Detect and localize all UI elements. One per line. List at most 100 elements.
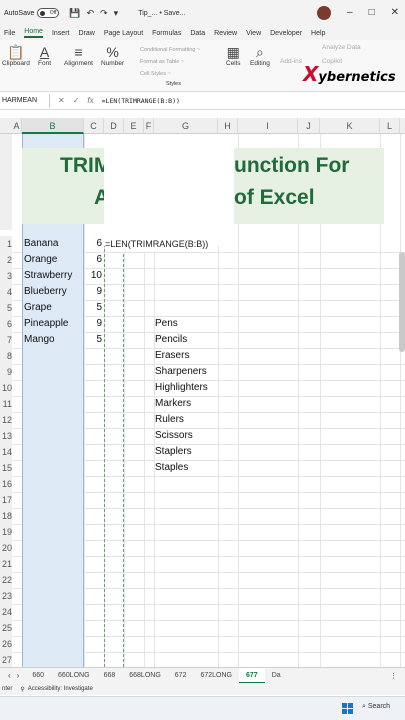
- row-header[interactable]: 14: [0, 444, 12, 460]
- cancel-icon[interactable]: ✕: [58, 96, 65, 105]
- row-header[interactable]: 1: [0, 236, 12, 252]
- cell-styles-button[interactable]: Cell Styles ~: [140, 68, 220, 80]
- taskbar-search[interactable]: ⌕ Search: [362, 703, 390, 711]
- supply-cell[interactable]: Pens: [155, 316, 178, 332]
- formula-input[interactable]: =LEN(TRIMRANGE(B:B)): [102, 97, 180, 105]
- tab-developer[interactable]: Developer: [270, 30, 302, 37]
- avatar[interactable]: [317, 6, 331, 20]
- length-cell[interactable]: 9: [86, 284, 102, 300]
- row-header[interactable]: 15: [0, 460, 12, 476]
- row-header[interactable]: 20: [0, 540, 12, 556]
- sheet-tab[interactable]: 672: [168, 668, 194, 684]
- sheet-tab[interactable]: 668: [97, 668, 123, 684]
- enter-icon[interactable]: ✓: [73, 96, 80, 105]
- fruit-cell[interactable]: Orange: [24, 252, 57, 268]
- document-title[interactable]: Tip_... • Save...: [138, 10, 185, 17]
- save-icon[interactable]: 💾: [69, 8, 80, 19]
- customize-icon[interactable]: ▾: [114, 8, 119, 19]
- length-cell[interactable]: 6: [86, 252, 102, 268]
- col-header-l[interactable]: L: [380, 118, 400, 134]
- row-header[interactable]: 12: [0, 412, 12, 428]
- addins-group[interactable]: Add-ins: [280, 58, 302, 65]
- supply-cell[interactable]: Staples: [155, 460, 188, 476]
- sheet-tab[interactable]: 660: [25, 668, 51, 684]
- row-header[interactable]: 11: [0, 396, 12, 412]
- sheet-tab[interactable]: 660LONG: [51, 668, 97, 684]
- row-header[interactable]: 27: [0, 652, 12, 667]
- row-header[interactable]: 21: [0, 556, 12, 572]
- row-header[interactable]: 13: [0, 428, 12, 444]
- windows-start-icon[interactable]: [342, 703, 353, 714]
- row-header[interactable]: 25: [0, 620, 12, 636]
- editing-group[interactable]: ⌕ Editing: [250, 44, 270, 67]
- font-group[interactable]: A Font: [38, 44, 51, 67]
- redo-icon[interactable]: ↷: [100, 8, 108, 19]
- col-header-d[interactable]: D: [104, 118, 124, 134]
- fruit-cell[interactable]: Blueberry: [24, 284, 67, 300]
- col-header-e[interactable]: E: [124, 118, 144, 134]
- row-header[interactable]: 9: [0, 364, 12, 380]
- length-cell[interactable]: 5: [86, 332, 102, 348]
- row-header[interactable]: 8: [0, 348, 12, 364]
- supply-cell[interactable]: Scissors: [155, 428, 193, 444]
- fruit-cell[interactable]: Grape: [24, 300, 52, 316]
- col-header-a[interactable]: A: [12, 118, 22, 134]
- length-cell[interactable]: 6: [86, 236, 102, 252]
- fruit-cell[interactable]: Mango: [24, 332, 55, 348]
- tab-draw[interactable]: Draw: [78, 30, 94, 37]
- row-header[interactable]: 17: [0, 492, 12, 508]
- col-header-k[interactable]: K: [320, 118, 380, 134]
- col-header-b[interactable]: B: [22, 118, 84, 134]
- col-header-c[interactable]: C: [84, 118, 104, 134]
- tab-insert[interactable]: Insert: [52, 30, 70, 37]
- worksheet-grid[interactable]: A B C D E F G H I J K L 1 2 3 4 5 6 7 8 9 10 11 12 1…: [0, 118, 405, 667]
- row-header[interactable]: 22: [0, 572, 12, 588]
- fruit-cell[interactable]: Pineapple: [24, 316, 68, 332]
- row-header[interactable]: 18: [0, 508, 12, 524]
- row-header[interactable]: 24: [0, 604, 12, 620]
- row-header[interactable]: 3: [0, 268, 12, 284]
- clipboard-group[interactable]: 📋 Clipboard: [2, 44, 30, 67]
- supply-cell[interactable]: Pencils: [155, 332, 187, 348]
- row-header[interactable]: 7: [0, 332, 12, 348]
- autosave-toggle[interactable]: Off: [37, 8, 60, 18]
- row-header[interactable]: 23: [0, 588, 12, 604]
- col-header-g[interactable]: G: [154, 118, 218, 134]
- col-header-h[interactable]: H: [218, 118, 238, 134]
- vertical-scrollbar[interactable]: [399, 252, 405, 352]
- fruit-cell[interactable]: Banana: [24, 236, 58, 252]
- sheet-tab[interactable]: 672LONG: [193, 668, 239, 684]
- length-cell[interactable]: 10: [86, 268, 102, 284]
- tab-home[interactable]: Home: [24, 28, 43, 38]
- name-box[interactable]: HARMEAN: [0, 93, 50, 108]
- supply-cell[interactable]: Markers: [155, 396, 191, 412]
- row-header[interactable]: 4: [0, 284, 12, 300]
- row-header[interactable]: 19: [0, 524, 12, 540]
- next-sheet-icon[interactable]: ›: [17, 671, 20, 680]
- supply-cell[interactable]: Rulers: [155, 412, 184, 428]
- sheet-tab-active[interactable]: 677: [239, 667, 265, 684]
- close-icon[interactable]: ✕: [391, 7, 399, 18]
- conditional-formatting-button[interactable]: Conditional Formatting ~: [140, 44, 220, 56]
- length-cell[interactable]: 9: [86, 316, 102, 332]
- minimize-icon[interactable]: –: [347, 7, 353, 18]
- prev-sheet-icon[interactable]: ‹: [8, 671, 11, 680]
- length-cell[interactable]: 5: [86, 300, 102, 316]
- row-header[interactable]: 16: [0, 476, 12, 492]
- tab-page-layout[interactable]: Page Layout: [104, 30, 143, 37]
- tab-help[interactable]: Help: [311, 30, 325, 37]
- formula-cell-d1[interactable]: =LEN(TRIMRANGE(B:B)): [105, 236, 211, 252]
- row-header[interactable]: 5: [0, 300, 12, 316]
- tab-view[interactable]: View: [246, 30, 261, 37]
- undo-icon[interactable]: ↶: [87, 8, 95, 19]
- maximize-icon[interactable]: □: [369, 7, 375, 18]
- tab-data[interactable]: Data: [190, 30, 205, 37]
- tab-file[interactable]: File: [4, 30, 15, 37]
- number-group[interactable]: % Number: [101, 44, 124, 67]
- autosave[interactable]: AutoSave Off: [4, 8, 60, 18]
- col-header-i[interactable]: I: [238, 118, 298, 134]
- col-header-j[interactable]: J: [298, 118, 320, 134]
- row-header[interactable]: 10: [0, 380, 12, 396]
- col-header-f[interactable]: F: [144, 118, 154, 134]
- supply-cell[interactable]: Staplers: [155, 444, 192, 460]
